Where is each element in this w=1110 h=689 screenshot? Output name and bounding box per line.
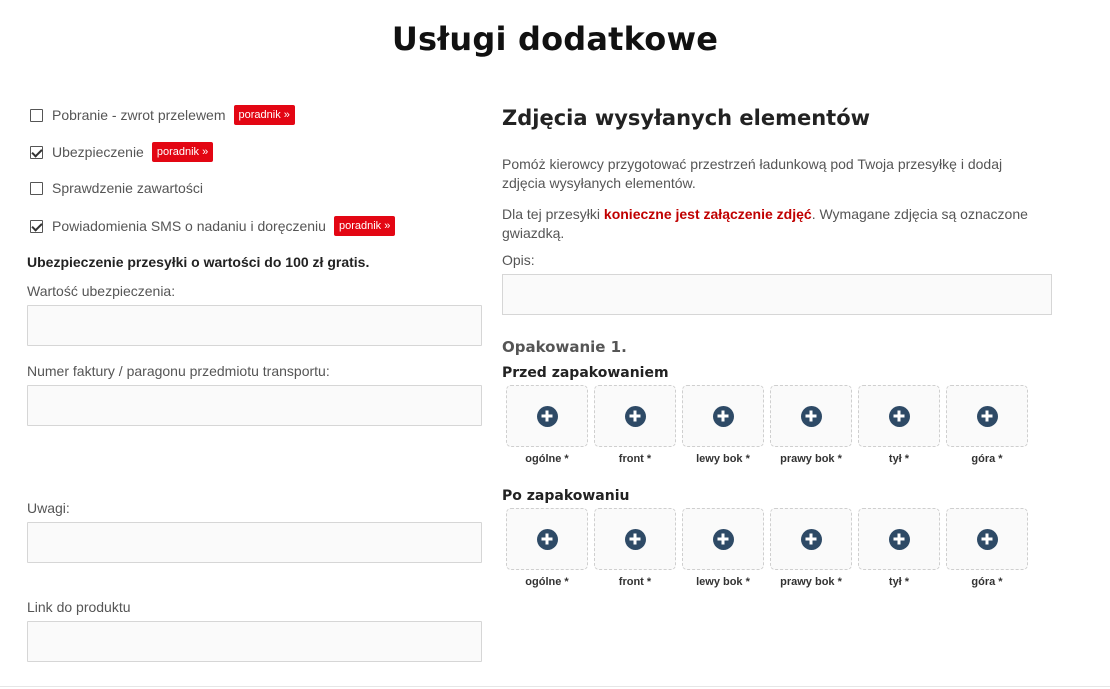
add-photo-button[interactable] bbox=[682, 508, 764, 570]
option-sms-notifications[interactable]: Powiadomienia SMS o nadaniu i doręczeniu… bbox=[30, 215, 396, 237]
add-photo-button[interactable] bbox=[946, 508, 1028, 570]
plus-circle-icon bbox=[712, 405, 734, 427]
photo-slot-top: góra * bbox=[946, 508, 1028, 588]
plus-circle-icon bbox=[800, 528, 822, 550]
plus-circle-icon bbox=[536, 405, 558, 427]
checkbox-insurance[interactable] bbox=[30, 145, 43, 159]
photo-slot-label: prawy bok * bbox=[780, 453, 842, 465]
add-photo-button[interactable] bbox=[770, 385, 852, 447]
photo-slot-top: góra * bbox=[946, 385, 1028, 465]
option-label: Pobranie - zwrot przelewem bbox=[52, 107, 226, 123]
description-label: Opis: bbox=[502, 252, 535, 268]
photos-requirement: Dla tej przesyłki konieczne jest załącze… bbox=[502, 205, 1042, 243]
guide-badge-sms[interactable]: poradnik » bbox=[333, 216, 396, 236]
plus-circle-icon bbox=[888, 405, 910, 427]
photo-slot-right-side: prawy bok * bbox=[770, 385, 852, 465]
before-packing-photos: ogólne * front * lewy bok * prawy bok * … bbox=[506, 385, 1034, 465]
add-photo-button[interactable] bbox=[858, 385, 940, 447]
insurance-note: Ubezpieczenie przesyłki o wartości do 10… bbox=[27, 254, 370, 270]
photos-intro: Pomóż kierowcy przygotować przestrzeń ła… bbox=[502, 156, 1003, 191]
checkbox-sms-notifications[interactable] bbox=[30, 219, 43, 233]
photo-slot-general: ogólne * bbox=[506, 385, 588, 465]
plus-circle-icon bbox=[976, 405, 998, 427]
plus-circle-icon bbox=[976, 528, 998, 550]
photo-slot-back: tył * bbox=[858, 508, 940, 588]
checkbox-content-check[interactable] bbox=[30, 181, 43, 195]
photo-slot-label: lewy bok * bbox=[696, 453, 750, 465]
photo-slot-label: tył * bbox=[888, 576, 910, 588]
add-photo-button[interactable] bbox=[506, 508, 588, 570]
add-photo-button[interactable] bbox=[858, 508, 940, 570]
notes-input[interactable] bbox=[27, 522, 482, 563]
requirement-prefix: Dla tej przesyłki bbox=[502, 206, 604, 222]
guide-badge-cash-on-delivery[interactable]: poradnik » bbox=[233, 105, 295, 125]
after-packing-title: Po zapakowaniu bbox=[502, 488, 630, 504]
add-photo-button[interactable] bbox=[594, 385, 676, 447]
guide-badge-insurance[interactable]: poradnik » bbox=[151, 142, 214, 162]
photo-slot-label: góra * bbox=[971, 453, 1003, 465]
option-label: Ubezpieczenie bbox=[52, 144, 144, 160]
photo-slot-front: front * bbox=[594, 508, 676, 588]
photo-slot-label: prawy bok * bbox=[780, 576, 842, 588]
plus-circle-icon bbox=[536, 528, 558, 550]
photo-slot-back: tył * bbox=[858, 385, 940, 465]
invoice-number-label: Numer faktury / paragonu przedmiotu tran… bbox=[27, 363, 330, 379]
option-label: Sprawdzenie zawartości bbox=[52, 180, 203, 196]
plus-circle-icon bbox=[800, 405, 822, 427]
package-title: Opakowanie 1. bbox=[502, 338, 627, 356]
photo-slot-left-side: lewy bok * bbox=[682, 385, 764, 465]
add-photo-button[interactable] bbox=[506, 385, 588, 447]
photos-section-title: Zdjęcia wysyłanych elementów bbox=[502, 106, 871, 130]
add-photo-button[interactable] bbox=[946, 385, 1028, 447]
plus-circle-icon bbox=[624, 405, 646, 427]
checkbox-cash-on-delivery[interactable] bbox=[30, 108, 43, 122]
description-input[interactable] bbox=[502, 274, 1052, 315]
product-link-label: Link do produktu bbox=[27, 599, 131, 615]
plus-circle-icon bbox=[888, 528, 910, 550]
after-packing-photos: ogólne * front * lewy bok * prawy bok * … bbox=[506, 508, 1034, 588]
add-photo-button[interactable] bbox=[682, 385, 764, 447]
photo-slot-label: lewy bok * bbox=[696, 576, 750, 588]
photo-slot-label: front * bbox=[618, 576, 652, 588]
photo-slot-right-side: prawy bok * bbox=[770, 508, 852, 588]
add-photo-button[interactable] bbox=[770, 508, 852, 570]
photo-slot-label: góra * bbox=[971, 576, 1003, 588]
invoice-number-input[interactable] bbox=[27, 385, 482, 426]
option-content-check[interactable]: Sprawdzenie zawartości bbox=[30, 177, 203, 199]
photo-slot-label: ogólne * bbox=[525, 576, 569, 588]
plus-circle-icon bbox=[712, 528, 734, 550]
photo-slot-left-side: lewy bok * bbox=[682, 508, 764, 588]
product-link-input[interactable] bbox=[27, 621, 482, 662]
option-cash-on-delivery[interactable]: Pobranie - zwrot przelewem poradnik » bbox=[30, 104, 295, 126]
photo-slot-general: ogólne * bbox=[506, 508, 588, 588]
before-packing-title: Przed zapakowaniem bbox=[502, 365, 669, 381]
insurance-value-input[interactable] bbox=[27, 305, 482, 346]
option-label: Powiadomienia SMS o nadaniu i doręczeniu bbox=[52, 218, 326, 234]
page-title: Usługi dodatkowe bbox=[391, 20, 719, 58]
photo-slot-label: tył * bbox=[888, 453, 910, 465]
insurance-value-label: Wartość ubezpieczenia: bbox=[27, 283, 176, 299]
photo-slot-label: ogólne * bbox=[525, 453, 569, 465]
photo-slot-front: front * bbox=[594, 385, 676, 465]
notes-label: Uwagi: bbox=[27, 500, 70, 516]
photo-slot-label: front * bbox=[618, 453, 652, 465]
bottom-divider bbox=[0, 686, 1110, 687]
option-insurance[interactable]: Ubezpieczenie poradnik » bbox=[30, 141, 214, 163]
add-photo-button[interactable] bbox=[594, 508, 676, 570]
plus-circle-icon bbox=[624, 528, 646, 550]
requirement-highlight: konieczne jest załączenie zdjęć bbox=[603, 206, 812, 222]
